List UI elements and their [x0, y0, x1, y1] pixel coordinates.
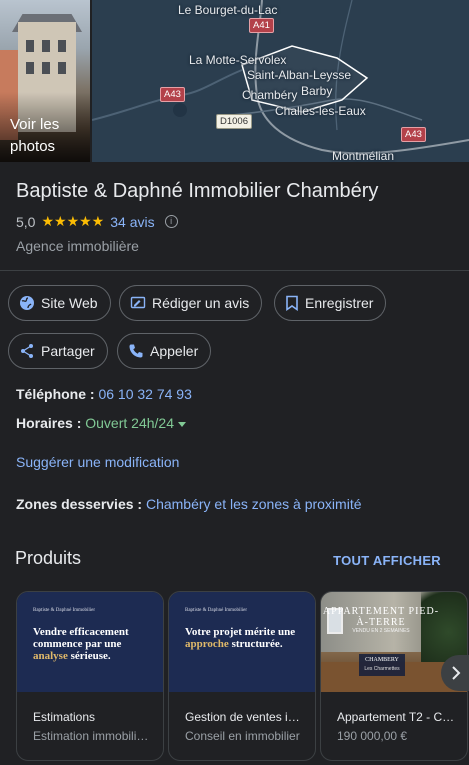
call-button[interactable]: Appeler — [117, 333, 212, 369]
hours-status[interactable]: Ouvert 24h/24 — [85, 415, 174, 431]
hours-label: Horaires : — [16, 415, 82, 431]
product-description: Conseil en immobilier — [185, 729, 300, 743]
photo-window — [26, 62, 34, 74]
product-brand: Baptiste & Daphné Immobilier — [33, 608, 96, 613]
service-areas-line: Zones desservies : Chambéry et les zones… — [16, 496, 362, 512]
photo-window — [58, 40, 66, 52]
rating-value: 5,0 — [16, 213, 36, 230]
info-icon[interactable]: i — [164, 215, 178, 228]
save-button[interactable]: Enregistrer — [274, 285, 387, 321]
call-label: Appeler — [150, 343, 199, 359]
map-lake — [173, 103, 187, 117]
service-areas-label: Zones desservies : — [16, 496, 143, 512]
write-review-button[interactable]: Rédiger un avis — [119, 285, 263, 321]
review-icon — [130, 296, 146, 309]
share-button[interactable]: Partager — [8, 333, 108, 369]
phone-number-link[interactable]: 06 10 32 74 93 — [98, 386, 191, 402]
phone-icon — [129, 344, 143, 358]
carousel-next-button[interactable] — [441, 655, 469, 691]
phone-label: Téléphone : — [16, 386, 95, 402]
product-overlay-area: Les Charmettes — [364, 666, 400, 672]
business-name: Baptiste & Daphné Immobilier Chambéry — [16, 180, 379, 202]
website-button[interactable]: Site Web — [8, 285, 111, 321]
map-place: Chambéry — [242, 88, 298, 102]
product-overlay-subtitle: VENDU EN 2 SEMAINES — [352, 628, 410, 634]
business-category: Agence immobilière — [16, 238, 139, 254]
star-rating-icon: ★★★★★ — [41, 213, 105, 229]
road-badge: A43 — [401, 127, 426, 142]
photo-window — [58, 62, 66, 74]
product-price: 190 000,00 € — [337, 729, 408, 743]
road-badge: D1006 — [216, 114, 252, 129]
header-media: Voir les photos Le Bourget-du-Lac La Mot… — [0, 0, 469, 162]
website-label: Site Web — [41, 295, 98, 311]
product-name: Estimations — [33, 710, 96, 724]
photo-window — [26, 40, 34, 52]
product-description: Estimation immobilière — [33, 729, 151, 743]
see-photos-label[interactable]: Voir les photos — [10, 114, 90, 158]
map-place: Montmélian — [332, 149, 395, 162]
map-place: Barby — [301, 84, 333, 98]
product-image: Baptiste & Daphné Immobilier Votre proje… — [169, 592, 315, 692]
bookmark-icon — [286, 295, 298, 311]
globe-icon — [20, 296, 34, 310]
save-label: Enregistrer — [305, 295, 374, 311]
product-overlay-title: APPARTEMENT PIED-À-TERRE — [322, 606, 440, 628]
product-image: Baptiste & Daphné Immobilier Vendre effi… — [17, 592, 163, 692]
product-headline: Votre projet mérite une approche structu… — [185, 626, 296, 650]
write-review-label: Rédiger un avis — [152, 295, 250, 311]
chevron-right-icon — [452, 666, 461, 680]
chevron-down-icon[interactable] — [177, 421, 186, 427]
product-card[interactable]: Baptiste & Daphné Immobilier Vendre effi… — [16, 591, 164, 761]
product-overlay-city: CHAMBERY — [365, 657, 399, 663]
rating-row: 5,0 ★★★★★ 34 avis i — [16, 213, 178, 230]
product-name: Appartement T2 - Chambéry — [337, 710, 455, 724]
road-badge: A43 — [160, 87, 185, 102]
product-headline: Vendre efficacement commence par une ana… — [33, 626, 129, 662]
product-name: Gestion de ventes immobilières — [185, 710, 303, 724]
map-place: Saint-Alban-Leysse — [247, 68, 352, 82]
road-badge: A41 — [249, 18, 274, 33]
product-brand: Baptiste & Daphné Immobilier — [185, 608, 248, 613]
service-areas-link[interactable]: Chambéry et les zones à proximité — [146, 496, 362, 512]
products-title: Produits — [15, 548, 82, 568]
share-label: Partager — [41, 343, 95, 359]
divider — [0, 270, 469, 271]
reviews-link[interactable]: 34 avis — [110, 214, 154, 230]
phone-line: Téléphone : 06 10 32 74 93 — [16, 386, 192, 402]
map-place: Le Bourget-du-Lac — [178, 3, 278, 17]
photo-window — [42, 40, 50, 52]
photo-window — [42, 62, 50, 74]
photos-tile[interactable]: Voir les photos — [0, 0, 90, 162]
map-thumbnail[interactable]: Le Bourget-du-Lac La Motte-Servolex Sain… — [92, 0, 469, 162]
product-card[interactable]: Baptiste & Daphné Immobilier Votre proje… — [168, 591, 316, 761]
see-all-products-button[interactable]: TOUT AFFICHER — [333, 553, 441, 568]
map-place: Challes-les-Eaux — [275, 104, 366, 118]
hours-line: Horaires : Ouvert 24h/24 — [16, 415, 186, 431]
share-icon — [21, 344, 33, 358]
map-place: La Motte-Servolex — [189, 53, 287, 67]
suggest-edit-link[interactable]: Suggérer une modification — [16, 454, 179, 470]
